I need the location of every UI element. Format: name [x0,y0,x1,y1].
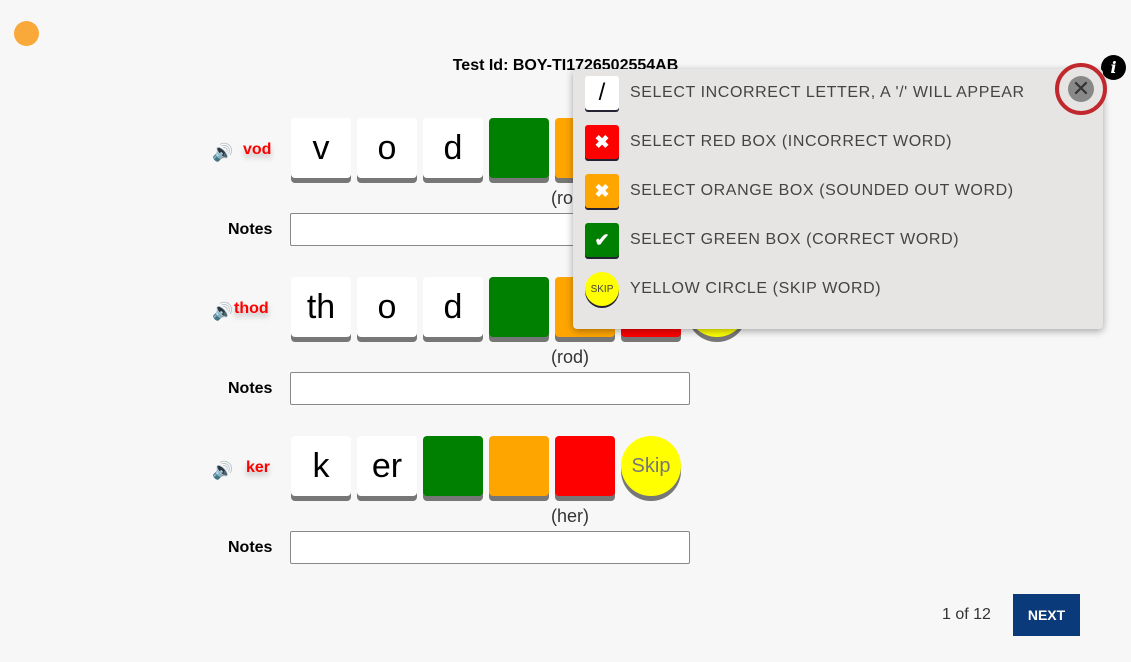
notes-label: Notes [228,221,273,238]
legend-text: SELECT GREEN BOX (CORRECT WORD) [630,231,960,248]
legend-text: YELLOW CIRCLE (SKIP WORD) [630,280,882,297]
legend-item: SKIP YELLOW CIRCLE (SKIP WORD) [585,272,881,306]
next-button[interactable]: NEXT [1013,594,1080,636]
close-button[interactable]: ✕ [1055,63,1107,115]
speaker-icon[interactable]: 🔊 [212,302,233,322]
info-icon[interactable]: i [1101,55,1126,80]
legend-text: SELECT RED BOX (INCORRECT WORD) [630,133,953,150]
notes-input[interactable] [290,372,690,405]
word-row: 🔊 ker k er Skip (her) Notes [0,436,1131,596]
letter-tile[interactable]: d [423,118,483,178]
x-icon: ✖ [585,174,619,208]
notes-input[interactable] [290,531,690,564]
expected-answer: (her) [550,506,589,526]
legend-text: SELECT INCORRECT LETTER, A '/' WILL APPE… [630,84,1025,101]
target-word: vod [243,141,272,158]
check-icon: ✔ [585,223,619,257]
notes-label: Notes [228,539,273,556]
slash-icon: / [585,76,619,110]
letter-tile[interactable]: k [291,436,351,496]
legend-item: ✖ SELECT ORANGE BOX (SOUNDED OUT WORD) [585,174,1014,208]
letter-tile[interactable]: o [357,277,417,337]
skip-button[interactable]: Skip [621,436,681,496]
letter-tile[interactable]: er [357,436,417,496]
page-indicator: 1 of 12 [942,606,991,623]
letter-tile[interactable]: v [291,118,351,178]
correct-box[interactable] [489,277,549,337]
letter-tile[interactable]: th [291,277,351,337]
correct-box[interactable] [489,118,549,178]
legend-item: ✔ SELECT GREEN BOX (CORRECT WORD) [585,223,959,257]
correct-box[interactable] [423,436,483,496]
speaker-icon[interactable]: 🔊 [212,143,233,163]
legend-item: ✖ SELECT RED BOX (INCORRECT WORD) [585,125,952,159]
letter-tile[interactable]: d [423,277,483,337]
incorrect-box[interactable] [555,436,615,496]
letter-tile[interactable]: o [357,118,417,178]
notes-label: Notes [228,380,273,397]
target-word: ker [246,459,271,476]
status-dot [14,21,39,46]
sounded-out-box[interactable] [489,436,549,496]
legend-item: / SELECT INCORRECT LETTER, A '/' WILL AP… [585,76,1025,110]
target-word: thod [234,300,269,317]
expected-answer: (rod) [550,347,589,367]
close-icon: ✕ [1068,76,1094,102]
legend-popup: / SELECT INCORRECT LETTER, A '/' WILL AP… [573,63,1107,329]
x-icon: ✖ [585,125,619,159]
speaker-icon[interactable]: 🔊 [212,461,233,481]
skip-icon: SKIP [585,272,619,306]
legend-text: SELECT ORANGE BOX (SOUNDED OUT WORD) [630,182,1014,199]
